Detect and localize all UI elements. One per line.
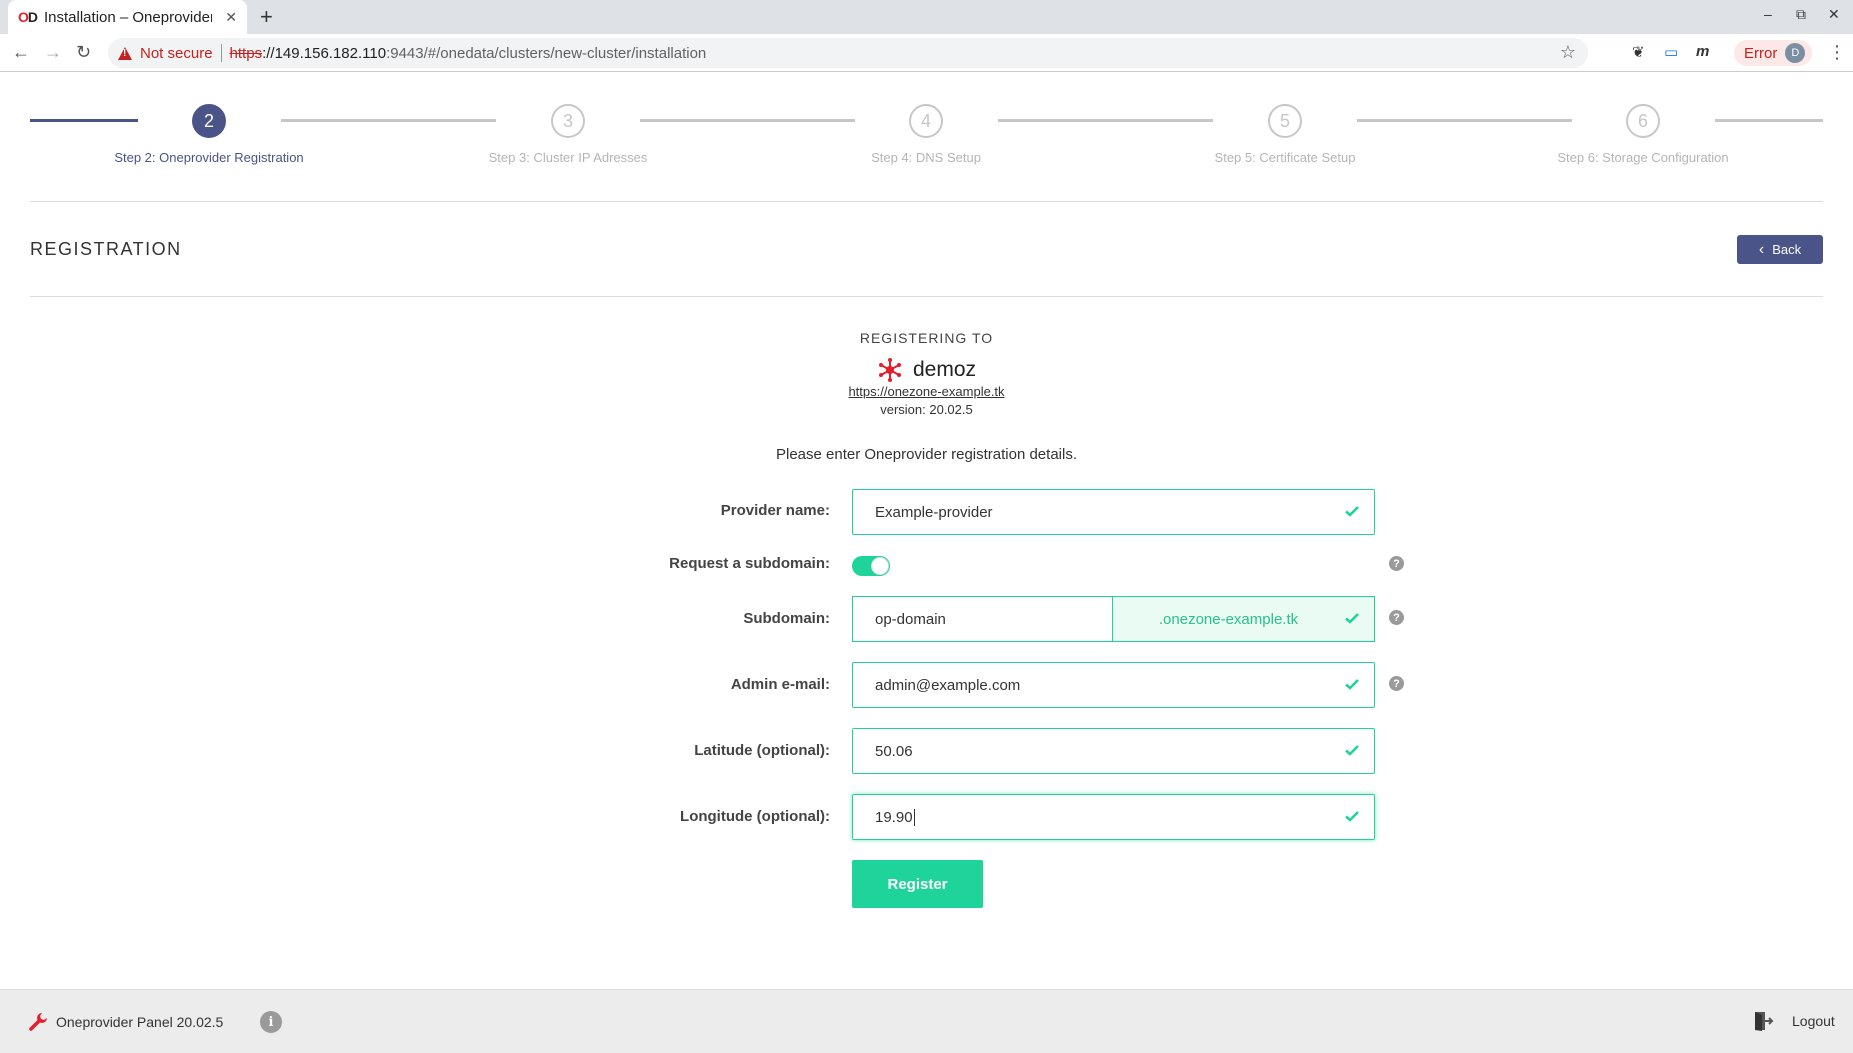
maximize-window-button[interactable]: ⧉ bbox=[1796, 6, 1806, 23]
step-5: 5 Step 5: Certificate Setup bbox=[1135, 104, 1435, 165]
browser-toolbar: ← → ↻ Not secure https ://149.156.182.11… bbox=[0, 34, 1853, 72]
valid-check-icon bbox=[1345, 679, 1359, 690]
address-bar[interactable]: Not secure https ://149.156.182.110 :944… bbox=[108, 38, 1588, 68]
url-path: :9443/#/onedata/clusters/new-cluster/ins… bbox=[386, 44, 707, 62]
installation-steps: 2 Step 2: Oneprovider Registration 3 Ste… bbox=[30, 100, 1823, 180]
onezone-logo-icon bbox=[878, 358, 901, 382]
tab-title: Installation – Oneprovider Panel bbox=[44, 8, 212, 26]
url-scheme: https bbox=[229, 44, 263, 62]
step-3: 3 Step 3: Cluster IP Adresses bbox=[418, 104, 718, 165]
admin-email-value: admin@example.com bbox=[875, 676, 1021, 694]
valid-check-icon bbox=[1345, 811, 1359, 822]
subdomain-toggle[interactable] bbox=[852, 556, 890, 576]
subdomain-toggle-label: Request a subdomain: bbox=[669, 555, 830, 572]
provider-name-input[interactable]: Example-provider bbox=[852, 489, 1375, 535]
back-arrow-icon[interactable]: ← bbox=[12, 42, 30, 63]
reload-icon[interactable]: ↻ bbox=[76, 42, 91, 63]
avatar: D bbox=[1785, 43, 1806, 63]
form-intro: Please enter Oneprovider registration de… bbox=[776, 446, 1077, 463]
subdomain-input[interactable]: op-domain bbox=[852, 596, 1113, 642]
zone-name: demoz bbox=[912, 358, 977, 381]
cast-icon[interactable]: ▭ bbox=[1664, 43, 1678, 61]
registering-heading: REGISTERING TO bbox=[859, 330, 994, 346]
footer-brand-label: Oneprovider Panel 20.02.5 bbox=[56, 1014, 224, 1030]
profile-error-button[interactable]: Error D bbox=[1734, 40, 1812, 66]
help-icon[interactable]: ? bbox=[1389, 676, 1404, 691]
provider-name-value: Example-provider bbox=[875, 503, 993, 521]
step-number: 3 bbox=[551, 104, 585, 138]
divider bbox=[30, 201, 1823, 202]
subdomain-label: Subdomain: bbox=[743, 610, 830, 627]
minimize-window-button[interactable]: – bbox=[1764, 6, 1772, 22]
url-host: ://149.156.182.110 bbox=[262, 44, 387, 62]
step-number: 5 bbox=[1268, 104, 1302, 138]
toggle-knob bbox=[871, 557, 889, 575]
zone-name-row: demoz bbox=[0, 357, 1853, 383]
help-icon[interactable]: ? bbox=[1389, 610, 1404, 625]
warning-icon bbox=[118, 46, 132, 60]
step-number: 4 bbox=[909, 104, 943, 138]
not-secure-label[interactable]: Not secure bbox=[140, 45, 213, 62]
subdomain-value: op-domain bbox=[875, 610, 946, 628]
divider bbox=[30, 296, 1823, 297]
latitude-label: Latitude (optional): bbox=[694, 742, 830, 759]
zone-url-link[interactable]: https://onezone-example.tk bbox=[0, 384, 1853, 399]
extension-m-icon[interactable]: m bbox=[1696, 43, 1709, 60]
browser-tab[interactable]: OD Installation – Oneprovider Panel ✕ bbox=[8, 0, 247, 34]
step-number: 6 bbox=[1626, 104, 1660, 138]
register-button[interactable]: Register bbox=[852, 860, 983, 908]
subdomain-suffix: .onezone-example.tk bbox=[1112, 596, 1375, 642]
subdomain-suffix-text: .onezone-example.tk bbox=[1158, 610, 1299, 628]
browser-tab-bar: OD Installation – Oneprovider Panel ✕ + … bbox=[0, 0, 1853, 34]
extension-icon[interactable]: ❦ bbox=[1632, 43, 1645, 61]
longitude-label: Longitude (optional): bbox=[680, 808, 830, 825]
admin-email-input[interactable]: admin@example.com bbox=[852, 662, 1375, 708]
footer: Oneprovider Panel 20.02.5 i Logout bbox=[0, 989, 1853, 1053]
info-icon[interactable]: i bbox=[260, 1011, 282, 1033]
step-number: 2 bbox=[192, 104, 226, 138]
zone-version: version: 20.02.5 bbox=[880, 402, 973, 417]
step-label: Step 5: Certificate Setup bbox=[1214, 150, 1356, 165]
valid-check-icon bbox=[1345, 613, 1359, 624]
bookmark-star-icon[interactable]: ☆ bbox=[1560, 42, 1576, 63]
chevron-left-icon: ‹ bbox=[1758, 240, 1765, 258]
step-label: Step 2: Oneprovider Registration bbox=[114, 150, 304, 165]
step-label: Step 6: Storage Configuration bbox=[1557, 150, 1729, 165]
help-icon[interactable]: ? bbox=[1389, 556, 1404, 571]
logout-label: Logout bbox=[1792, 1013, 1835, 1029]
error-label: Error bbox=[1744, 44, 1778, 62]
close-tab-icon[interactable]: ✕ bbox=[225, 9, 237, 26]
footer-brand: Oneprovider Panel 20.02.5 bbox=[28, 1012, 223, 1032]
logout-button[interactable]: Logout bbox=[1752, 1010, 1835, 1032]
valid-check-icon bbox=[1345, 506, 1359, 517]
text-caret bbox=[913, 808, 915, 826]
wrench-icon bbox=[29, 1013, 47, 1031]
page-title: REGISTRATION bbox=[30, 239, 182, 259]
omnibox-separator bbox=[220, 44, 222, 62]
step-4: 4 Step 4: DNS Setup bbox=[776, 104, 1076, 165]
logout-icon bbox=[1755, 1012, 1774, 1031]
browser-menu-icon[interactable]: ⋮ bbox=[1828, 42, 1846, 63]
step-2[interactable]: 2 Step 2: Oneprovider Registration bbox=[59, 104, 359, 165]
valid-check-icon bbox=[1345, 745, 1359, 756]
step-label: Step 3: Cluster IP Adresses bbox=[488, 150, 648, 165]
latitude-value: 50.06 bbox=[875, 742, 913, 760]
longitude-value: 19.90 bbox=[875, 808, 913, 826]
longitude-input[interactable]: 19.90 bbox=[852, 794, 1375, 840]
step-6: 6 Step 6: Storage Configuration bbox=[1493, 104, 1793, 165]
onedata-favicon-icon: OD bbox=[18, 9, 38, 25]
new-tab-button[interactable]: + bbox=[260, 4, 273, 30]
forward-arrow-icon[interactable]: → bbox=[44, 42, 62, 63]
step-label: Step 4: DNS Setup bbox=[871, 150, 981, 165]
back-label: Back bbox=[1772, 242, 1802, 257]
provider-name-label: Provider name: bbox=[720, 502, 830, 519]
close-window-button[interactable]: ✕ bbox=[1828, 6, 1840, 23]
admin-email-label: Admin e-mail: bbox=[730, 676, 830, 693]
latitude-input[interactable]: 50.06 bbox=[852, 728, 1375, 774]
back-button[interactable]: ‹ Back bbox=[1737, 235, 1823, 264]
